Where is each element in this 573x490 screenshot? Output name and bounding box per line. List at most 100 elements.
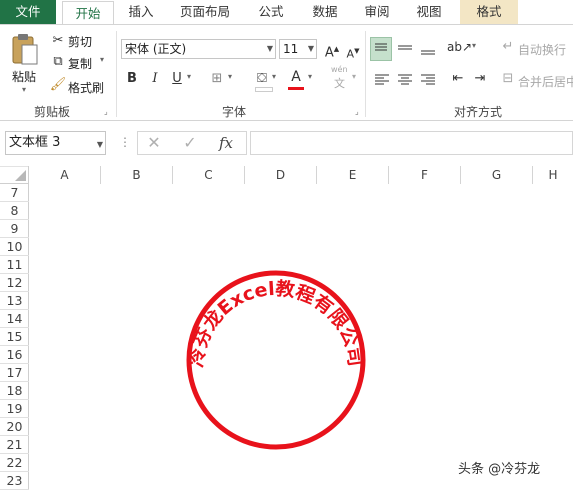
increase-font-size-icon[interactable]: A▲ — [322, 39, 342, 60]
chevron-down-icon: ▼ — [266, 44, 273, 53]
copy-dropdown-icon[interactable]: ▾ — [100, 55, 104, 64]
scissors-icon: ✂ — [52, 33, 64, 48]
row-header[interactable]: 16 — [0, 346, 29, 364]
fill-dropdown-icon[interactable]: ▾ — [272, 72, 276, 81]
row-header[interactable]: 19 — [0, 400, 29, 418]
font-color-button[interactable]: A — [286, 67, 306, 87]
column-header[interactable]: G — [461, 166, 533, 184]
tab-file[interactable]: 文件 — [0, 0, 56, 24]
font-group-label: 字体 — [222, 105, 247, 119]
clipboard-group-label: 剪贴板 — [34, 105, 71, 119]
align-left-button[interactable] — [372, 69, 392, 92]
font-size-select[interactable]: 11 ▼ — [279, 39, 317, 59]
column-header[interactable]: D — [245, 166, 317, 184]
underline-dropdown-icon[interactable]: ▾ — [187, 72, 191, 81]
align-bottom-button[interactable] — [418, 39, 438, 62]
align-left-icon — [375, 74, 389, 85]
border-icon[interactable]: ⊞ — [207, 69, 227, 89]
phonetic-button[interactable]: 文 — [334, 75, 345, 91]
underline-button[interactable]: U — [167, 69, 187, 89]
font-launcher-icon[interactable]: ⌟ — [355, 107, 359, 116]
row-header[interactable]: 23 — [0, 472, 29, 490]
divider — [116, 31, 117, 117]
column-header[interactable]: C — [173, 166, 245, 184]
row-header[interactable]: 13 — [0, 292, 29, 310]
column-header[interactable]: H — [533, 166, 573, 184]
seal-textbox[interactable]: 冷芬龙Excel教程有限公司 — [176, 250, 376, 450]
check-icon[interactable]: ✓ — [180, 133, 200, 153]
row-header[interactable]: 22 — [0, 454, 29, 472]
align-middle-icon — [398, 45, 412, 50]
align-middle-button[interactable] — [395, 39, 415, 62]
row-header[interactable]: 7 — [0, 184, 29, 202]
divider — [365, 31, 366, 117]
tab-home[interactable]: 开始 — [62, 1, 114, 26]
align-bottom-icon — [421, 50, 435, 55]
tab-review[interactable]: 审阅 — [354, 0, 400, 24]
orientation-dropdown-icon[interactable]: ▾ — [472, 41, 476, 50]
row-header[interactable]: 10 — [0, 238, 29, 256]
row-header[interactable]: 20 — [0, 418, 29, 436]
tab-page-layout[interactable]: 页面布局 — [172, 0, 238, 24]
clipboard-launcher-icon[interactable]: ⌟ — [104, 107, 108, 116]
row-header[interactable]: 11 — [0, 256, 29, 274]
tab-formulas[interactable]: 公式 — [248, 0, 294, 24]
border-dropdown-icon[interactable]: ▾ — [228, 72, 232, 81]
decrease-font-size-icon[interactable]: A▼ — [343, 41, 363, 61]
row-header[interactable]: 15 — [0, 328, 29, 346]
column-header[interactable]: A — [29, 166, 101, 184]
font-color-dropdown-icon[interactable]: ▾ — [308, 72, 312, 81]
copy-button[interactable]: 复制 — [68, 55, 92, 72]
decrease-indent-icon[interactable]: ⇤ — [448, 69, 468, 89]
select-all-corner[interactable] — [0, 166, 29, 184]
cut-button[interactable]: 剪切 — [68, 33, 92, 50]
chevron-down-icon: ▼ — [96, 140, 103, 149]
align-right-icon — [421, 74, 435, 85]
row-header[interactable]: 18 — [0, 382, 29, 400]
format-painter-button[interactable]: 格式刷 — [68, 79, 104, 96]
italic-button[interactable]: I — [145, 69, 165, 89]
orientation-icon[interactable]: ab↗ — [447, 37, 472, 57]
tab-insert[interactable]: 插入 — [118, 0, 164, 24]
row-header[interactable]: 8 — [0, 202, 29, 220]
phonetic-label: wén — [331, 65, 348, 74]
merge-center-icon: ⊟ — [502, 71, 514, 86]
row-header[interactable]: 14 — [0, 310, 29, 328]
font-name-select[interactable]: 宋体 (正文) ▼ — [121, 39, 276, 59]
more-options-icon[interactable]: ⋮ — [119, 135, 131, 149]
tab-format[interactable]: 格式 — [460, 0, 518, 24]
clipboard-icon — [12, 34, 38, 65]
paste-button[interactable] — [10, 33, 40, 67]
row-header[interactable]: 9 — [0, 220, 29, 238]
column-header[interactable]: F — [389, 166, 461, 184]
chevron-down-icon: ▼ — [307, 44, 314, 53]
formula-buttons: ✕ ✓ fx — [137, 131, 247, 155]
phonetic-dropdown-icon[interactable]: ▾ — [352, 72, 356, 81]
paste-label[interactable]: 粘贴 — [12, 68, 36, 85]
cancel-icon[interactable]: ✕ — [144, 133, 164, 153]
align-right-button[interactable] — [418, 69, 438, 92]
merge-center-button[interactable]: 合并后居中 — [518, 73, 573, 90]
seal-text-path: 冷芬龙Excel教程有限公司 — [186, 277, 366, 368]
fill-color-swatch — [255, 87, 273, 92]
row-header-bar: 7 8 9 10 11 12 13 14 15 16 17 18 19 20 2… — [0, 184, 29, 490]
row-header[interactable]: 12 — [0, 274, 29, 292]
align-top-button[interactable] — [370, 37, 392, 61]
tab-view[interactable]: 视图 — [406, 0, 452, 24]
row-header[interactable]: 17 — [0, 364, 29, 382]
font-size-value: 11 — [283, 42, 299, 56]
formula-input[interactable] — [250, 131, 573, 155]
increase-indent-icon[interactable]: ⇥ — [470, 69, 490, 89]
align-center-button[interactable] — [395, 69, 415, 92]
wrap-text-button[interactable]: 自动换行 — [518, 41, 566, 58]
name-box[interactable]: 文本框 3 ▼ — [5, 131, 106, 155]
alignment-group-label: 对齐方式 — [454, 105, 503, 119]
fill-color-icon[interactable]: ⛋ — [252, 69, 272, 89]
tab-data[interactable]: 数据 — [302, 0, 348, 24]
column-header[interactable]: E — [317, 166, 389, 184]
insert-function-button[interactable]: fx — [216, 133, 236, 153]
row-header[interactable]: 21 — [0, 436, 29, 454]
column-header[interactable]: B — [101, 166, 173, 184]
bold-button[interactable]: B — [122, 69, 142, 89]
paste-dropdown-icon[interactable]: ▾ — [22, 85, 26, 94]
